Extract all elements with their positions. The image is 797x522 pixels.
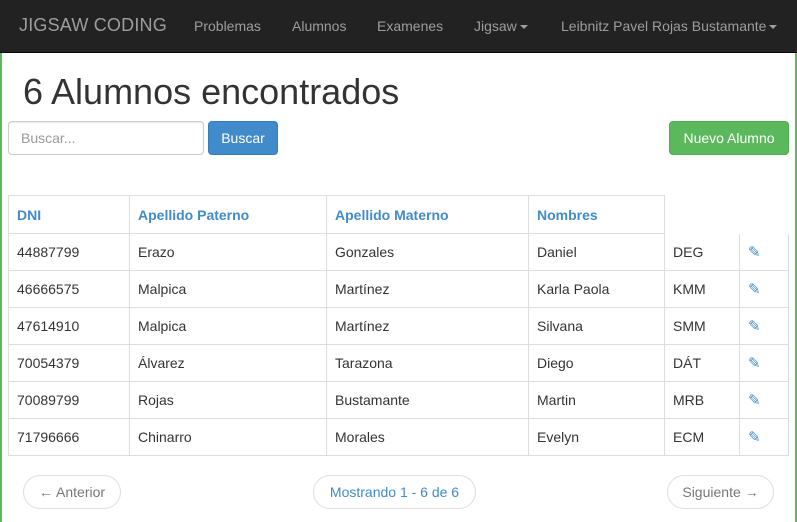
nav-examenes[interactable]: Examenes xyxy=(377,18,443,34)
top-navbar: JIGSAW CODING Problemas Alumnos Examenes… xyxy=(0,0,797,53)
cell-actions: ✎ xyxy=(740,308,789,345)
user-menu-dropdown[interactable]: Leibnitz Pavel Rojas Bustamante xyxy=(561,18,778,34)
cell-apellido-paterno: Erazo xyxy=(130,234,327,271)
cell-nombres: Martin xyxy=(529,382,665,419)
cell-nombres: Silvana xyxy=(529,308,665,345)
cell-nombres: Evelyn xyxy=(529,419,665,456)
cell-apellido-materno: Martínez xyxy=(327,271,529,308)
cell-actions: ✎ xyxy=(740,419,789,456)
nav-alumnos[interactable]: Alumnos xyxy=(292,18,346,34)
pencil-icon[interactable]: ✎ xyxy=(748,317,761,335)
cell-iniciales: DÁT xyxy=(665,345,740,382)
user-name: Leibnitz Pavel Rojas Bustamante xyxy=(561,18,767,34)
nav-jigsaw-label: Jigsaw xyxy=(474,18,517,34)
cell-nombres: Diego xyxy=(529,345,665,382)
cell-apellido-paterno: Malpica xyxy=(130,271,327,308)
cell-iniciales: MRB xyxy=(665,382,740,419)
cell-apellido-paterno: Álvarez xyxy=(130,345,327,382)
cell-dni: 70054379 xyxy=(8,345,130,382)
cell-dni: 44887799 xyxy=(8,234,130,271)
pencil-icon[interactable]: ✎ xyxy=(748,243,761,261)
cell-dni: 46666575 xyxy=(8,271,130,308)
search-button[interactable]: Buscar xyxy=(208,121,278,155)
cell-actions: ✎ xyxy=(740,234,789,271)
search-input[interactable] xyxy=(8,121,204,155)
cell-iniciales: DEG xyxy=(665,234,740,271)
previous-page-button[interactable]: ← Anterior xyxy=(23,475,121,509)
cell-iniciales: KMM xyxy=(665,271,740,308)
cell-iniciales: SMM xyxy=(665,308,740,345)
column-header-nombres[interactable]: Nombres xyxy=(529,195,665,234)
cell-apellido-paterno: Malpica xyxy=(130,308,327,345)
cell-apellido-materno: Tarazona xyxy=(327,345,529,382)
cell-actions: ✎ xyxy=(740,271,789,308)
next-page-button[interactable]: Siguiente → xyxy=(667,475,774,509)
cell-dni: 71796666 xyxy=(8,419,130,456)
cell-actions: ✎ xyxy=(740,382,789,419)
pencil-icon[interactable]: ✎ xyxy=(748,391,761,409)
cell-apellido-paterno: Chinarro xyxy=(130,419,327,456)
pencil-icon[interactable]: ✎ xyxy=(748,428,761,446)
caret-down-icon xyxy=(769,25,778,30)
cell-nombres: Karla Paola xyxy=(529,271,665,308)
students-table: DNI Apellido Paterno Apellido Materno No… xyxy=(8,195,789,456)
brand-logo[interactable]: JIGSAW CODING xyxy=(19,15,167,36)
cell-apellido-materno: Bustamante xyxy=(327,382,529,419)
column-header-apellido-materno[interactable]: Apellido Materno xyxy=(327,195,529,234)
cell-dni: 47614910 xyxy=(8,308,130,345)
page-title: 6 Alumnos encontrados xyxy=(23,71,400,112)
cell-nombres: Daniel xyxy=(529,234,665,271)
nav-jigsaw-dropdown[interactable]: Jigsaw xyxy=(474,18,528,34)
new-student-button[interactable]: Nuevo Alumno xyxy=(669,121,789,155)
caret-down-icon xyxy=(519,25,528,30)
pencil-icon[interactable]: ✎ xyxy=(748,280,761,298)
pagination-info: Mostrando 1 - 6 de 6 xyxy=(313,475,476,509)
left-frame-border xyxy=(0,53,2,522)
column-header-apellido-paterno[interactable]: Apellido Paterno xyxy=(130,195,327,234)
nav-problemas[interactable]: Problemas xyxy=(194,18,261,34)
cell-apellido-materno: Morales xyxy=(327,419,529,456)
cell-apellido-paterno: Rojas xyxy=(130,382,327,419)
column-header-dni[interactable]: DNI xyxy=(8,195,130,234)
cell-apellido-materno: Gonzales xyxy=(327,234,529,271)
pencil-icon[interactable]: ✎ xyxy=(748,354,761,372)
cell-iniciales: ECM xyxy=(665,419,740,456)
cell-dni: 70089799 xyxy=(8,382,130,419)
cell-apellido-materno: Martínez xyxy=(327,308,529,345)
cell-actions: ✎ xyxy=(740,345,789,382)
